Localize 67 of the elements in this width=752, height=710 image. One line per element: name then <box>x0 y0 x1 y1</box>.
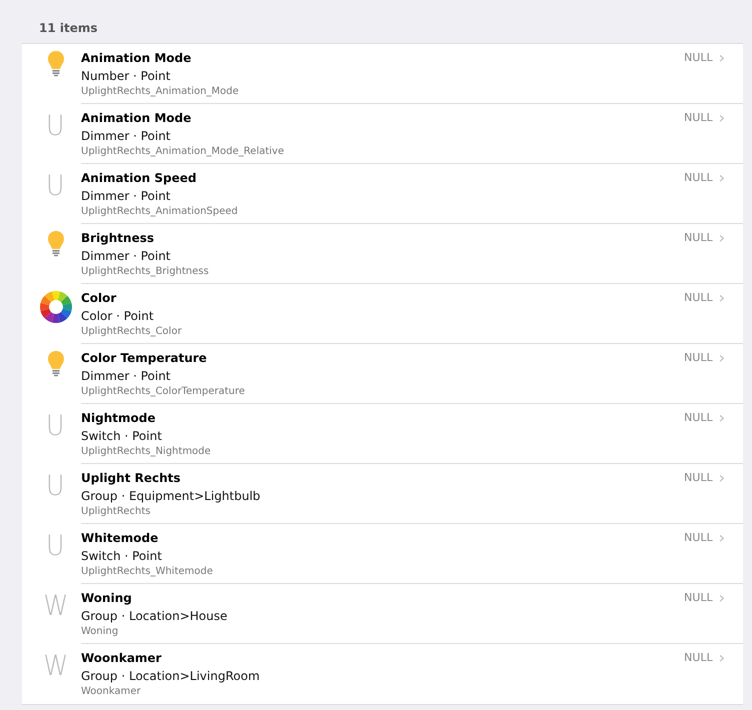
item-type: Dimmer · Point <box>81 248 172 265</box>
item-label: Brightness <box>81 230 156 247</box>
item-state: NULL <box>684 351 713 365</box>
item-name: UplightRechts_Color <box>81 325 182 339</box>
lightbulb-icon <box>46 350 64 378</box>
item-label: Woning <box>81 590 133 607</box>
chevron-icon[interactable]: › <box>718 51 725 65</box>
item-label: Animation Speed <box>81 170 198 187</box>
chevron-icon[interactable]: › <box>718 471 725 485</box>
item-type: Number · Point <box>81 68 172 85</box>
item-state: NULL <box>684 471 713 485</box>
item-label: Whitemode <box>81 530 160 547</box>
item-label: Color <box>81 290 118 307</box>
letter-icon: U <box>46 170 65 202</box>
chevron-icon[interactable]: › <box>718 531 725 545</box>
item-type: Group · Location>House <box>81 608 228 625</box>
item-name: UplightRechts <box>81 505 152 519</box>
item-label: Nightmode <box>81 410 157 427</box>
chevron-icon[interactable]: › <box>718 231 725 245</box>
item-type: Switch · Point <box>81 548 163 565</box>
item-name: UplightRechts_Whitemode <box>81 565 213 579</box>
chevron-icon[interactable]: › <box>718 171 725 185</box>
item-state: NULL <box>684 231 713 245</box>
chevron-icon[interactable]: › <box>718 651 725 665</box>
item-type: Switch · Point <box>81 428 163 445</box>
item-name: UplightRechts_Animation_Mode <box>81 85 239 99</box>
item-type: Color · Point <box>81 308 155 325</box>
chevron-icon[interactable]: › <box>718 591 725 605</box>
item-type: Dimmer · Point <box>81 128 172 145</box>
color-wheel-icon <box>38 290 72 324</box>
item-name: UplightRechts_ColorTemperature <box>81 385 245 399</box>
item-state: NULL <box>684 411 713 425</box>
letter-icon: W <box>43 590 68 622</box>
item-label: Animation Mode <box>81 50 192 67</box>
item-type: Group · Location>LivingRoom <box>81 668 260 685</box>
item-type: Dimmer · Point <box>81 188 172 205</box>
item-name: Woning <box>81 625 120 639</box>
chevron-icon[interactable]: › <box>718 411 725 425</box>
item-name: UplightRechts_Animation_Mode_Relative <box>81 145 284 159</box>
item-state: NULL <box>684 591 713 605</box>
letter-icon: U <box>46 110 65 142</box>
item-state: NULL <box>684 291 713 305</box>
item-name: UplightRechts_Brightness <box>81 265 209 279</box>
item-state: NULL <box>684 111 713 125</box>
item-state: NULL <box>684 171 713 185</box>
letter-icon: W <box>43 650 68 682</box>
item-state: NULL <box>684 531 713 545</box>
lightbulb-icon <box>46 230 64 258</box>
item-type: Dimmer · Point <box>81 368 172 385</box>
item-name: Woonkamer <box>81 685 142 699</box>
item-label: Uplight Rechts <box>81 470 182 487</box>
letter-icon: U <box>46 530 65 562</box>
chevron-icon[interactable]: › <box>718 351 725 365</box>
item-label: Color Temperature <box>81 350 208 367</box>
letter-icon: U <box>46 410 65 442</box>
chevron-icon[interactable]: › <box>718 111 725 125</box>
chevron-icon[interactable]: › <box>718 291 725 305</box>
item-label: Animation Mode <box>81 110 192 127</box>
item-count: 11 items <box>38 20 99 37</box>
item-name: UplightRechts_AnimationSpeed <box>81 205 238 219</box>
lightbulb-icon <box>46 50 64 78</box>
item-label: Woonkamer <box>81 650 162 667</box>
item-state: NULL <box>684 51 713 65</box>
letter-icon: U <box>46 470 65 502</box>
item-type: Group · Equipment>Lightbulb <box>81 488 260 505</box>
item-state: NULL <box>684 651 713 665</box>
item-name: UplightRechts_Nightmode <box>81 445 211 459</box>
